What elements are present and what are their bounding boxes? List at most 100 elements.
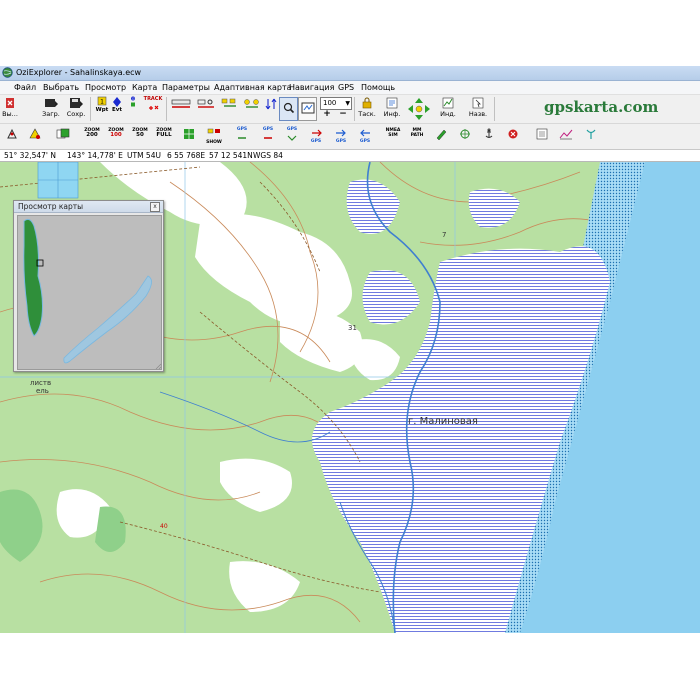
wpt-label: Wpt bbox=[95, 107, 109, 113]
crosshair-icon bbox=[460, 129, 470, 139]
target-button[interactable] bbox=[458, 128, 472, 140]
grid-toggle-button[interactable] bbox=[182, 128, 196, 140]
map-features-icon bbox=[197, 99, 214, 108]
indicator-icon bbox=[442, 97, 454, 109]
menu-options[interactable]: Параметры bbox=[162, 82, 210, 93]
pen-button[interactable] bbox=[434, 128, 450, 140]
stop-button[interactable] bbox=[506, 128, 520, 140]
island-chain bbox=[63, 275, 152, 364]
menu-help[interactable]: Помощь bbox=[361, 82, 395, 93]
menu-navigation[interactable]: Навигация bbox=[289, 82, 334, 93]
route-button[interactable]: 12 bbox=[126, 96, 140, 108]
menu-select[interactable]: Выбрать bbox=[43, 82, 79, 93]
name-button[interactable]: Назв. bbox=[466, 97, 490, 118]
menu-view[interactable]: Просмотр bbox=[85, 82, 126, 93]
height-label: 40 bbox=[160, 523, 168, 530]
menu-map[interactable]: Карта bbox=[132, 82, 157, 93]
zoom-out-button[interactable]: − bbox=[337, 110, 349, 119]
anchor-button[interactable] bbox=[482, 128, 496, 140]
indicator-label: Инд. bbox=[440, 110, 456, 118]
sort-button[interactable] bbox=[264, 98, 278, 110]
gps-upload-icon bbox=[336, 129, 346, 137]
profile-chart-icon bbox=[559, 129, 573, 140]
gps-upload-button[interactable]: GPS bbox=[333, 127, 349, 144]
gps-routes-button[interactable]: GPS bbox=[308, 127, 324, 144]
properties-icon bbox=[536, 128, 548, 140]
zoom-200-button[interactable]: ZOOM 200 bbox=[82, 128, 102, 138]
preview-map-overview[interactable] bbox=[17, 215, 162, 370]
tasks-label: Таск. bbox=[358, 110, 376, 118]
menu-gps[interactable]: GPS bbox=[338, 82, 354, 93]
tasks-button[interactable]: Таск. bbox=[357, 97, 377, 118]
measure-button[interactable] bbox=[170, 98, 194, 110]
waypoint-button[interactable]: 1 Wpt bbox=[94, 96, 110, 113]
properties-button[interactable] bbox=[534, 128, 550, 140]
info-button[interactable]: Инф. bbox=[382, 97, 402, 118]
calibrate-icon bbox=[7, 128, 17, 139]
zoom-tool-button[interactable] bbox=[279, 97, 298, 121]
gps-waypoints-button[interactable]: GPS bbox=[260, 127, 276, 144]
map-window-icon bbox=[301, 102, 314, 114]
datum-readout: WGS 84 bbox=[253, 151, 283, 160]
place-label-malinovaya: г. Малиновая bbox=[408, 416, 478, 427]
indicator-button[interactable]: Инд. bbox=[438, 97, 458, 118]
gps-download-button[interactable]: GPS bbox=[357, 127, 373, 144]
track-control-button[interactable] bbox=[28, 128, 42, 140]
zoom-full-button[interactable]: ZOOM FULL bbox=[154, 128, 174, 138]
exit-button[interactable]: Вы... bbox=[2, 97, 18, 118]
gps-waypoints-icon bbox=[264, 137, 272, 139]
resize-grip-icon[interactable] bbox=[154, 362, 162, 370]
map-canvas[interactable]: г. Малиновая 7 31 40 листв ель Просмотр … bbox=[0, 162, 700, 633]
sim-label: SIM bbox=[388, 133, 398, 138]
forest-type-label: листв bbox=[30, 379, 51, 387]
load-label: Загр. bbox=[42, 110, 60, 118]
exit-label: Вы... bbox=[2, 110, 18, 118]
gps-connect-button[interactable]: GPS bbox=[234, 127, 250, 144]
forest-type-label: ель bbox=[36, 387, 49, 395]
mm-path-button[interactable]: MM PATH bbox=[408, 128, 426, 138]
secondary-toolbar: ZOOM 200 ZOOM 100 ZOOM 50 ZOOM FULL SHOW… bbox=[0, 124, 700, 150]
scroll-arrows-icon bbox=[408, 98, 430, 120]
scroll-pad[interactable] bbox=[406, 96, 432, 122]
menu-bar: Файл Выбрать Просмотр Карта Параметры Ад… bbox=[0, 81, 700, 95]
track-button[interactable]: TRACK bbox=[142, 97, 164, 114]
brand-watermark: gpskarta.com bbox=[544, 98, 659, 116]
waypoint-tools-button[interactable] bbox=[220, 98, 240, 110]
window-title: OziExplorer - Sahalinskaya.ecw bbox=[16, 68, 142, 77]
map-window-button[interactable] bbox=[298, 97, 317, 121]
load-button[interactable]: Загр. bbox=[42, 97, 60, 118]
gps-tracks-button[interactable]: GPS bbox=[284, 127, 300, 144]
dense-forest-area bbox=[95, 506, 126, 552]
map-preview-panel[interactable]: Просмотр карты x bbox=[13, 200, 164, 372]
route-tools-button[interactable] bbox=[242, 98, 262, 110]
waypoint-tools-icon bbox=[221, 98, 236, 107]
preview-close-button[interactable]: x bbox=[150, 202, 160, 212]
map-features-button[interactable] bbox=[196, 98, 218, 110]
info-label: Инф. bbox=[383, 110, 401, 118]
name-cursor-icon bbox=[472, 97, 484, 109]
sort-arrows-icon bbox=[265, 98, 277, 110]
profile-button[interactable] bbox=[558, 128, 574, 140]
event-button[interactable]: Evt bbox=[110, 96, 124, 113]
antenna-button[interactable] bbox=[584, 128, 598, 140]
menu-moving-map[interactable]: Адаптивная карта bbox=[214, 82, 292, 93]
nmea-sim-button[interactable]: NMEA SIM bbox=[384, 128, 402, 138]
zoom-100-button[interactable]: ZOOM 100 bbox=[106, 128, 126, 138]
zoom-in-button[interactable]: + bbox=[321, 110, 333, 119]
preview-header[interactable]: Просмотр карты x bbox=[14, 201, 163, 213]
calibrate-button[interactable] bbox=[6, 128, 20, 140]
event-diamond-icon bbox=[113, 97, 121, 107]
longitude-readout: 143° 14,778' E bbox=[67, 151, 123, 160]
zoom-50-bottom: 50 bbox=[136, 132, 144, 138]
save-icon bbox=[70, 98, 83, 108]
show-waypoints-button[interactable]: SHOW bbox=[206, 128, 222, 145]
height-label: 7 bbox=[442, 231, 446, 239]
map-list-button[interactable] bbox=[56, 128, 70, 140]
save-button[interactable]: Сохр. bbox=[66, 97, 86, 118]
name-label: Назв. bbox=[468, 110, 488, 118]
gps-connect-icon bbox=[238, 137, 246, 139]
route-icon: 12 bbox=[131, 96, 135, 107]
gps-label-4: GPS bbox=[310, 139, 322, 144]
zoom-50-button[interactable]: ZOOM 50 bbox=[130, 128, 150, 138]
menu-file[interactable]: Файл bbox=[14, 82, 36, 93]
